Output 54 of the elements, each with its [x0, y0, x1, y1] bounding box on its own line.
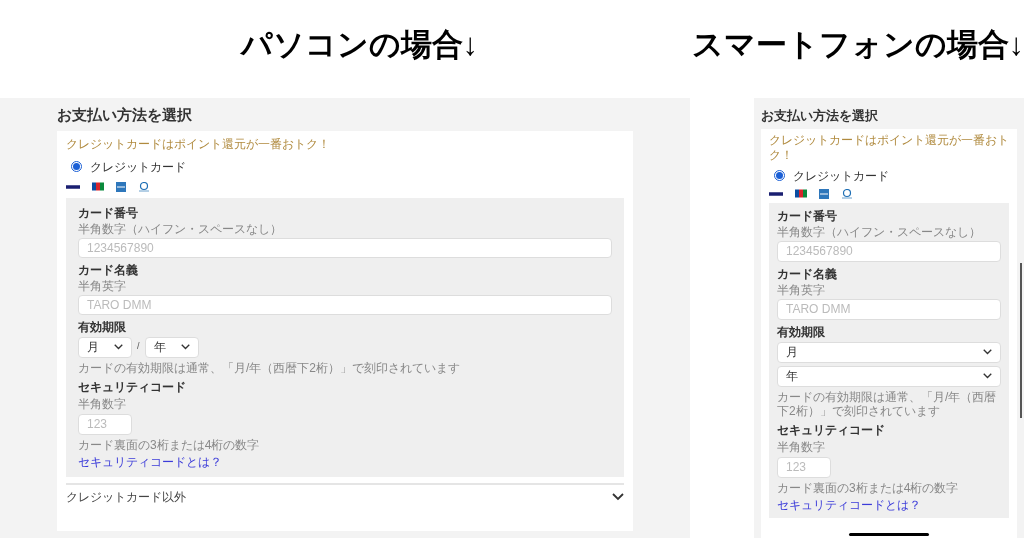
select-field[interactable]: 月 [78, 336, 132, 358]
section-heading: スマートフォンの場合↓ [691, 25, 1024, 64]
text-field[interactable]: TARO DMM [777, 298, 1001, 320]
help-link[interactable]: セキュリティコードとは？ [78, 454, 612, 469]
promo-text: クレジットカードはポイント還元が一番おトク！ [66, 136, 331, 152]
chevron-down-icon [180, 344, 190, 350]
radio-label: クレジットカード [90, 158, 186, 176]
field-hint: 半角数字（ハイフン・スペースなし） [78, 221, 283, 236]
field-note: カードの有効期限は通常、「月/年（西暦下2桁）」で刻印されています [78, 360, 461, 375]
card-brand-icon [841, 188, 853, 199]
field-label: カード名義 [78, 262, 139, 277]
card-brand-icon [138, 181, 150, 192]
radio-label: クレジットカード [793, 167, 889, 185]
card-brand-icon [92, 182, 104, 191]
card-brand-icon [66, 183, 80, 190]
field-hint: 半角数字 [78, 396, 127, 411]
select-field[interactable]: 月 [777, 341, 1001, 363]
field-note: カードの有効期限は通常、「月/年（西暦下2桁）」で刻印されています [777, 389, 998, 418]
field-note: カード裏面の3桁または4桁の数字 [78, 437, 261, 452]
chevron-down-icon [983, 373, 992, 379]
radio-button[interactable] [774, 170, 785, 181]
field-label: カード番号 [777, 208, 838, 223]
card-brand-icon [795, 189, 807, 198]
section-heading: パソコンの場合↓ [240, 25, 478, 64]
chevron-down-icon [114, 344, 123, 350]
field-hint: 半角数字 [777, 439, 826, 454]
field-hint: 半角数字（ハイフン・スペースなし） [777, 224, 982, 239]
field-label: セキュリティコード [777, 422, 886, 437]
text-field[interactable]: 123 [78, 413, 132, 435]
card-brand-icon [116, 181, 126, 192]
help-link[interactable]: セキュリティコードとは？ [777, 497, 1001, 512]
field-hint: 半角英字 [78, 278, 127, 293]
field-label: 有効期限 [78, 319, 127, 334]
page-title: お支払い方法を選択 [57, 105, 193, 125]
text-field[interactable]: 1234567890 [78, 237, 612, 258]
separator-text: / [137, 340, 140, 354]
page-title: お支払い方法を選択 [761, 107, 879, 125]
accordion-row[interactable]: クレジットカード以外 [66, 482, 624, 509]
radio-button[interactable] [71, 161, 82, 172]
select-field[interactable]: 年 [144, 336, 199, 358]
chevron-down-icon [983, 349, 992, 355]
card-brand-icon [769, 190, 783, 197]
field-label: カード番号 [78, 205, 139, 220]
text-field[interactable]: TARO DMM [78, 294, 612, 315]
promo-text: クレジットカードはポイント還元が一番おトク！ [769, 132, 1009, 163]
field-label: 有効期限 [777, 324, 826, 339]
text-field[interactable]: 123 [777, 456, 831, 478]
select-field[interactable]: 年 [777, 365, 1001, 387]
field-hint: 半角英字 [777, 282, 826, 297]
field-label: カード名義 [777, 266, 838, 281]
field-note: カード裏面の3桁または4桁の数字 [777, 480, 960, 495]
field-label: セキュリティコード [78, 379, 187, 394]
card-brand-icon [819, 188, 829, 199]
text-field[interactable]: 1234567890 [777, 240, 1001, 262]
